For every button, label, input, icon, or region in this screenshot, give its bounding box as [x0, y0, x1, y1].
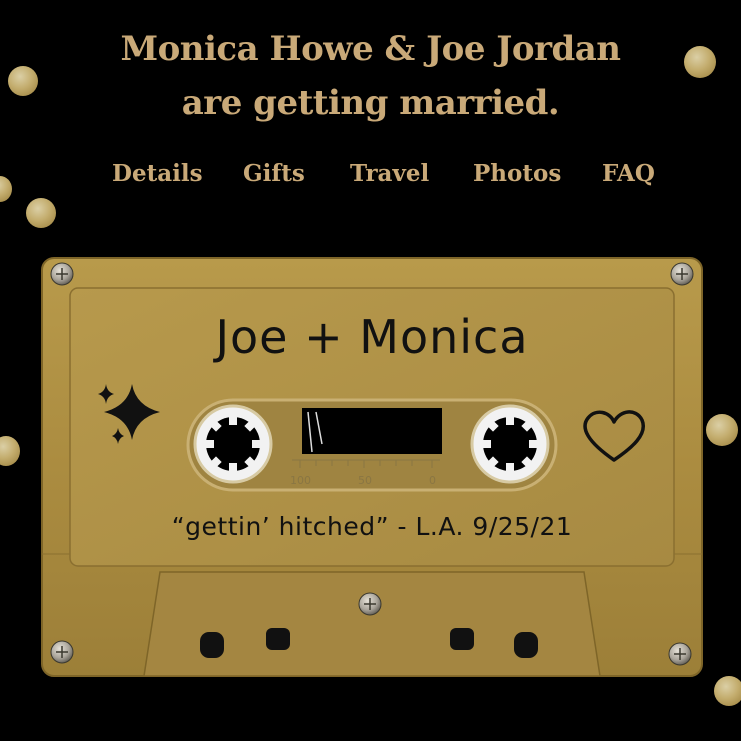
main-nav: Details Gifts Travel Photos FAQ [0, 160, 741, 200]
nav-item-details[interactable]: Details [112, 160, 203, 187]
confetti-dot [714, 676, 741, 706]
left-reel [193, 404, 273, 484]
screw-icon [358, 592, 382, 616]
confetti-dot [26, 198, 56, 228]
nav-item-faq[interactable]: FAQ [602, 160, 655, 187]
confetti-dot [706, 414, 738, 446]
scale-label: 50 [358, 474, 372, 487]
page-title: Monica Howe & Joe Jordan are getting mar… [0, 22, 741, 130]
scale-label: 100 [290, 474, 311, 487]
right-reel [470, 404, 550, 484]
screw-icon [50, 262, 74, 286]
screw-icon [50, 640, 74, 664]
cassette-label-title: Joe + Monica [215, 310, 529, 364]
confetti-dot [0, 436, 20, 466]
scale-label: 0 [429, 474, 436, 487]
cassette-label-subtitle: “gettin’ hitched” - L.A. 9/25/21 [171, 512, 573, 541]
nav-item-travel[interactable]: Travel [350, 160, 429, 187]
cassette-tape-image: Joe + Monica “gettin’ hitched” - L.A. 9/… [40, 256, 704, 678]
title-line-2: are getting married. [181, 83, 560, 123]
nav-item-photos[interactable]: Photos [473, 160, 561, 187]
nav-item-gifts[interactable]: Gifts [243, 160, 305, 187]
screw-icon [668, 642, 692, 666]
title-line-1: Monica Howe & Joe Jordan [120, 29, 621, 69]
screw-icon [670, 262, 694, 286]
